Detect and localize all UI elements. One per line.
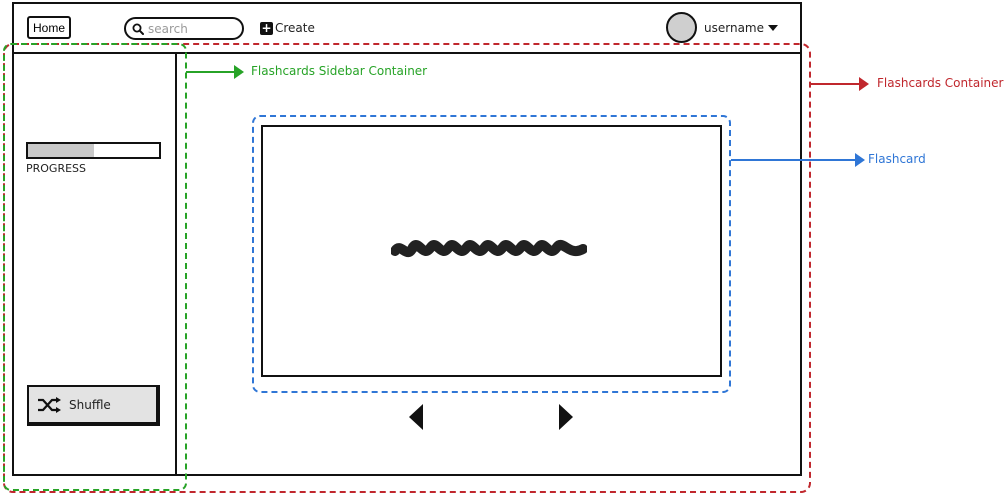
container-arrow-icon [811, 77, 869, 91]
caret-down-icon [768, 25, 778, 31]
sidebar-arrow-icon [186, 65, 244, 79]
flashcard-outline [252, 115, 731, 393]
search-input[interactable] [144, 21, 234, 36]
search-icon [132, 23, 144, 35]
flashcards-container-annotation: Flashcards Container [877, 76, 1004, 90]
create-button[interactable]: + Create [260, 18, 315, 38]
user-menu[interactable]: username [704, 19, 778, 37]
search-box[interactable] [124, 17, 244, 40]
sidebar-container-outline [3, 43, 187, 491]
username-label: username [704, 21, 764, 35]
plus-square-icon: + [260, 20, 273, 35]
home-button[interactable]: Home [27, 16, 71, 39]
flashcard-annotation: Flashcard [868, 152, 926, 166]
sidebar-container-annotation: Flashcards Sidebar Container [251, 64, 428, 78]
create-label: Create [275, 21, 315, 35]
flashcard-arrow-icon [731, 153, 865, 167]
avatar[interactable] [666, 12, 697, 43]
